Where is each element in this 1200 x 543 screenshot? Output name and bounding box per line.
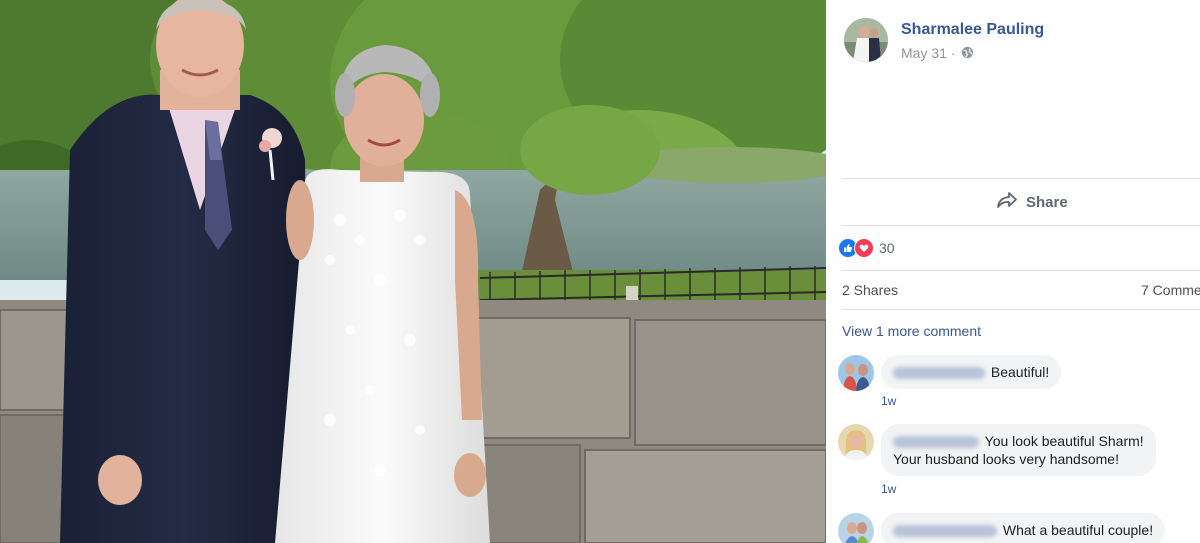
post-date[interactable]: May 31 · bbox=[901, 45, 955, 61]
comment-text: You look beautiful Sharm! bbox=[984, 433, 1144, 449]
commenter-avatar[interactable] bbox=[838, 513, 874, 543]
post-header: Sharmalee Pauling May 31 · bbox=[844, 18, 1200, 66]
divider bbox=[842, 225, 1200, 226]
reaction-count: 30 bbox=[879, 240, 895, 256]
post-photo[interactable] bbox=[0, 0, 826, 543]
comment-timestamp[interactable]: 1w bbox=[881, 482, 896, 496]
comment-text-line: Your husband looks very handsome! bbox=[893, 451, 1119, 467]
comment-text: Beautiful! bbox=[990, 364, 1050, 380]
post-panel: Sharmalee Pauling May 31 · Share 30 2 Sh… bbox=[826, 0, 1200, 543]
post-author-name[interactable]: Sharmalee Pauling bbox=[901, 21, 1044, 39]
commenter-avatar[interactable] bbox=[838, 355, 874, 391]
comment-timestamp[interactable]: 1w bbox=[881, 394, 896, 408]
comments-count[interactable]: 7 Comme bbox=[1141, 282, 1200, 298]
comment-bubble: What a beautiful couple! bbox=[881, 513, 1166, 543]
comment-bubble: Beautiful! bbox=[881, 355, 1062, 389]
share-arrow-icon bbox=[996, 191, 1018, 213]
author-avatar[interactable] bbox=[844, 18, 888, 62]
shares-count[interactable]: 2 Shares bbox=[842, 282, 898, 298]
commenter-name-redacted[interactable] bbox=[893, 525, 997, 538]
share-label: Share bbox=[1026, 193, 1068, 211]
commenter-name-redacted[interactable] bbox=[893, 367, 985, 380]
reactions-summary[interactable]: 30 bbox=[838, 238, 895, 258]
comment-text: What a beautiful couple! bbox=[1002, 522, 1154, 538]
commenter-name-redacted[interactable] bbox=[893, 436, 979, 449]
divider bbox=[842, 309, 1200, 310]
post-meta: May 31 · bbox=[901, 45, 974, 62]
divider bbox=[842, 178, 1200, 179]
globe-icon bbox=[961, 46, 974, 62]
love-icon bbox=[854, 238, 874, 258]
commenter-avatar[interactable] bbox=[838, 424, 874, 460]
divider bbox=[842, 270, 1200, 271]
view-more-comments-link[interactable]: View 1 more comment bbox=[842, 323, 981, 339]
comment-text-line: You look beautiful Sharm! bbox=[893, 432, 1144, 450]
share-button[interactable]: Share bbox=[996, 188, 1068, 216]
comment-bubble: You look beautiful Sharm! Your husband l… bbox=[881, 424, 1156, 476]
